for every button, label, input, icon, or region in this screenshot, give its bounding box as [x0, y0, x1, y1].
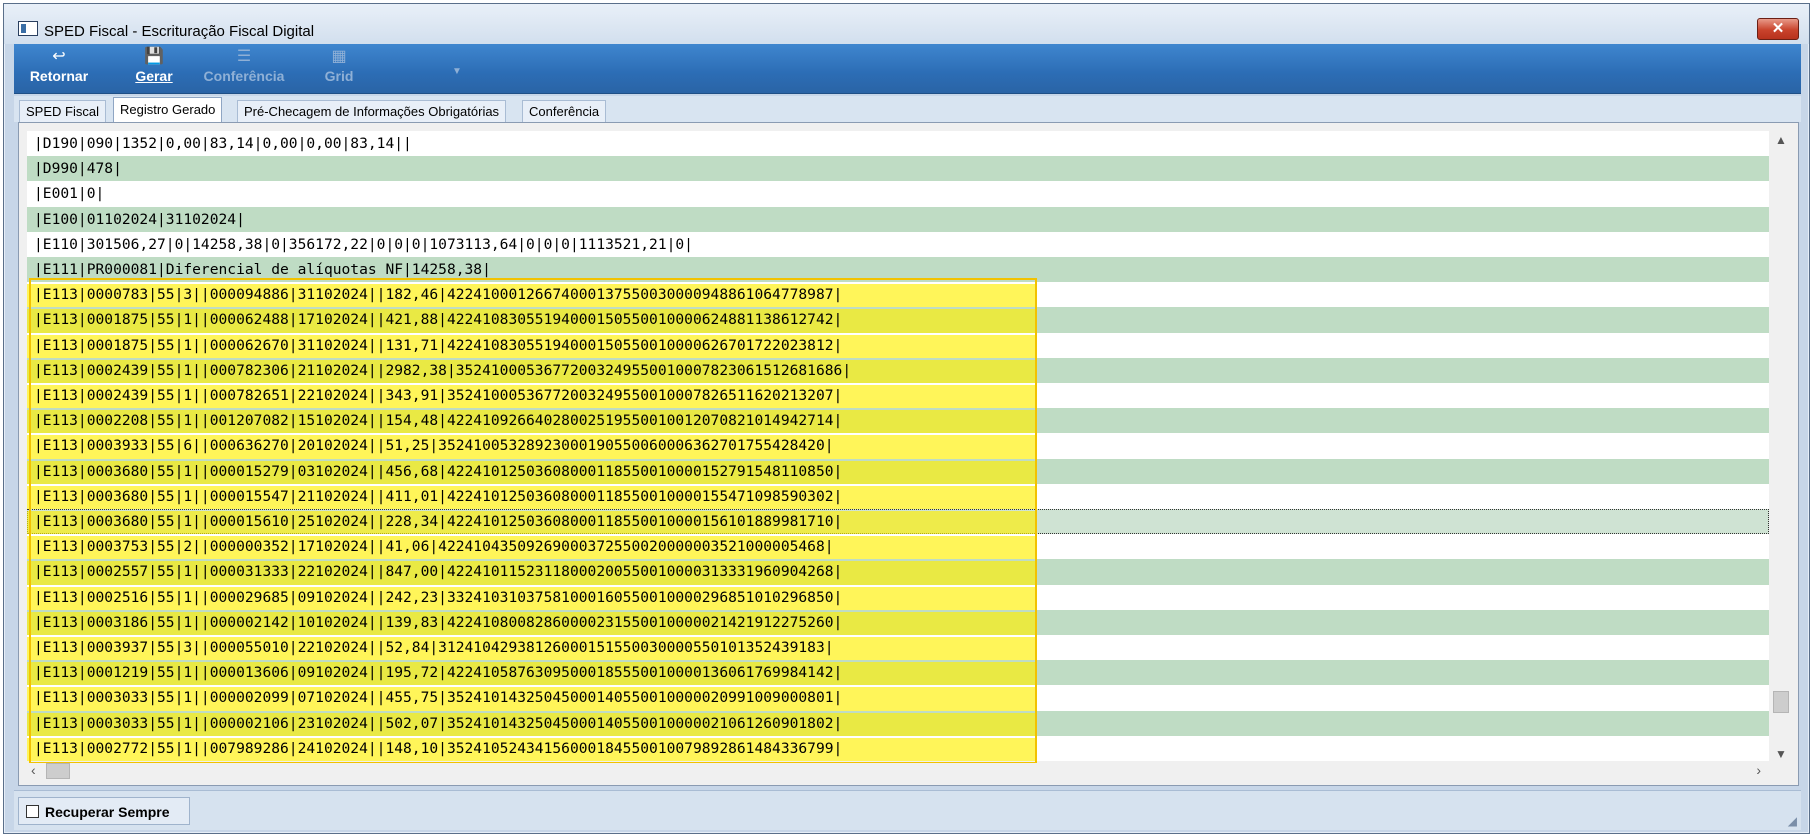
record-line-text: |E113|0003033|55|1||000002099|07102024||… — [34, 689, 843, 707]
record-text-area[interactable]: |D190|090|1352|0,00|83,14|0,00|0,00|83,1… — [27, 131, 1769, 763]
record-line-text: |E113|0003933|55|6||000636270|20102024||… — [34, 437, 834, 455]
record-line[interactable]: |E100|01102024|31102024| — [27, 206, 1769, 232]
record-line[interactable]: |E113|0000783|55|3||000094886|31102024||… — [27, 282, 1769, 308]
record-line[interactable]: |E113|0001875|55|1||000062488|17102024||… — [27, 307, 1769, 333]
grid-label: Grid — [324, 68, 354, 84]
window-title: SPED Fiscal - Escrituração Fiscal Digita… — [44, 23, 315, 40]
record-line-text: |E111|PR000081|Diferencial de alíquotas … — [34, 261, 491, 278]
record-line-text: |E113|0003033|55|1||000002106|23102024||… — [34, 714, 843, 732]
scroll-right-icon[interactable]: › — [1756, 762, 1761, 778]
record-line[interactable]: |E110|301506,27|0|14258,38|0|356172,22|0… — [27, 232, 1769, 257]
gerar-button[interactable]: 💾 Gerar — [124, 46, 184, 92]
record-line-text: |E113|0001875|55|1||000062670|31102024||… — [34, 336, 843, 354]
title-bar[interactable]: SPED Fiscal - Escrituração Fiscal Digita… — [4, 4, 1809, 44]
record-line[interactable]: |D990|478| — [27, 156, 1769, 182]
record-line-text: |E113|0003937|55|3||000055010|22102024||… — [34, 639, 834, 656]
record-line[interactable]: |E113|0003937|55|3||000055010|22102024||… — [27, 635, 1769, 661]
grid-icon: ▦ — [331, 48, 347, 65]
record-line-text: |E113|0000783|55|3||000094886|31102024||… — [34, 286, 843, 304]
record-line-text: |E113|0001219|55|1||000013606|09102024||… — [34, 664, 843, 682]
record-line[interactable]: |E113|0002516|55|1||000029685|09102024||… — [27, 585, 1769, 610]
tab-bar: SPED Fiscal Registro Gerado Pré-Checagem… — [14, 96, 1801, 123]
record-line[interactable]: |E113|0002557|55|1||000031333|22102024||… — [27, 559, 1769, 585]
gerar-label: Gerar — [135, 68, 173, 84]
vertical-scroll-thumb[interactable] — [1773, 691, 1789, 713]
scroll-up-icon[interactable]: ▲ — [1770, 133, 1792, 147]
record-line[interactable]: |D190|090|1352|0,00|83,14|0,00|0,00|83,1… — [27, 131, 1769, 156]
record-line-text: |D190|090|1352|0,00|83,14|0,00|0,00|83,1… — [34, 135, 412, 152]
status-bar: Recuperar Sempre ◢ — [14, 790, 1801, 830]
record-line-text: |E110|301506,27|0|14258,38|0|356172,22|0… — [34, 235, 693, 253]
tab-conferencia[interactable]: Conferência — [522, 100, 607, 122]
list-icon: ☰ — [236, 48, 252, 65]
record-line-text: |E113|0003680|55|1||000015279|03102024||… — [34, 462, 843, 480]
record-line-text: |E113|0002516|55|1||000029685|09102024||… — [34, 588, 843, 606]
record-line[interactable]: |E001|0| — [27, 181, 1769, 206]
horizontal-scrollbar[interactable]: ‹ › — [27, 761, 1769, 781]
record-line-text: |E113|0003680|55|1||000015610|25102024||… — [34, 513, 843, 530]
record-line-text: |E113|0002772|55|1||007989286|24102024||… — [34, 739, 843, 757]
recuperar-sempre-option[interactable]: Recuperar Sempre — [18, 797, 190, 825]
record-line-text: |E113|0003753|55|2||000000352|17102024||… — [34, 538, 834, 556]
resize-grip-icon[interactable]: ◢ — [1788, 814, 1797, 828]
main-window: SPED Fiscal - Escrituração Fiscal Digita… — [3, 3, 1810, 834]
conferencia-button[interactable]: ☰ Conferência — [199, 46, 289, 92]
save-icon: 💾 — [144, 48, 164, 65]
toolbar-more-icon[interactable]: ▼ — [452, 66, 462, 77]
record-line[interactable]: |E113|0002439|55|1||000782306|21102024||… — [27, 357, 1769, 383]
recuperar-sempre-checkbox[interactable] — [26, 805, 39, 818]
record-line-text: |D990|478| — [34, 160, 122, 178]
scroll-left-icon[interactable]: ‹ — [31, 762, 36, 778]
record-line[interactable]: |E113|0003033|55|1||000002106|23102024||… — [27, 710, 1769, 736]
record-line[interactable]: |E113|0003680|55|1||000015547|21102024||… — [27, 484, 1769, 509]
record-line-text: |E113|0003186|55|1||000002142|10102024||… — [34, 613, 843, 631]
recuperar-sempre-label: Recuperar Sempre — [45, 804, 170, 820]
tab-sped-fiscal[interactable]: SPED Fiscal — [19, 100, 106, 122]
registro-panel: |D190|090|1352|0,00|83,14|0,00|0,00|83,1… — [18, 122, 1799, 786]
record-line[interactable]: |E113|0002208|55|1||001207082|15102024||… — [27, 408, 1769, 434]
return-icon: ↩ — [52, 48, 66, 65]
record-line[interactable]: |E113|0003933|55|6||000636270|20102024||… — [27, 433, 1769, 459]
record-line[interactable]: |E113|0002439|55|1||000782651|22102024||… — [27, 383, 1769, 409]
record-line[interactable]: |E113|0001875|55|1||000062670|31102024||… — [27, 333, 1769, 358]
record-line-text: |E113|0002439|55|1||000782306|21102024||… — [34, 361, 852, 379]
record-line-text: |E113|0003680|55|1||000015547|21102024||… — [34, 487, 843, 505]
tab-registro-gerado[interactable]: Registro Gerado — [113, 97, 223, 123]
record-line-text: |E113|0002208|55|1||001207082|15102024||… — [34, 412, 843, 430]
conferencia-label: Conferência — [203, 68, 285, 84]
record-line-text: |E001|0| — [34, 185, 105, 203]
close-button[interactable]: ✕ — [1757, 18, 1799, 40]
vertical-scrollbar[interactable]: ▲ ▼ — [1770, 131, 1792, 763]
horizontal-scroll-thumb[interactable] — [46, 763, 70, 779]
record-line[interactable]: |E113|0003033|55|1||000002099|07102024||… — [27, 685, 1769, 711]
toolbar: ↩ Retornar 💾 Gerar ☰ Conferência ▦ Grid … — [14, 44, 1801, 94]
retornar-button[interactable]: ↩ Retornar — [24, 46, 94, 92]
record-line-text: |E113|0002439|55|1||000782651|22102024||… — [34, 387, 843, 404]
record-line[interactable]: |E113|0003186|55|1||000002142|10102024||… — [27, 609, 1769, 635]
record-line-text: |E113|0002557|55|1||000031333|22102024||… — [34, 563, 843, 581]
record-line[interactable]: |E111|PR000081|Diferencial de alíquotas … — [27, 257, 1769, 283]
record-line[interactable]: |E113|0003753|55|2||000000352|17102024||… — [27, 534, 1769, 560]
retornar-label: Retornar — [29, 68, 89, 84]
record-line[interactable]: |E113|0003680|55|1||000015279|03102024||… — [27, 458, 1769, 484]
record-line[interactable]: |E113|0002772|55|1||007989286|24102024||… — [27, 736, 1769, 761]
record-line[interactable]: |E113|0001219|55|1||000013606|09102024||… — [27, 660, 1769, 686]
record-line[interactable]: |E113|0003680|55|1||000015610|25102024||… — [27, 509, 1769, 535]
tab-pre-checagem[interactable]: Pré-Checagem de Informações Obrigatórias — [237, 100, 507, 122]
scroll-down-icon[interactable]: ▼ — [1770, 747, 1792, 761]
app-icon — [18, 21, 38, 36]
grid-button[interactable]: ▦ Grid — [314, 46, 364, 92]
record-line-text: |E100|01102024|31102024| — [34, 210, 245, 228]
record-line-text: |E113|0001875|55|1||000062488|17102024||… — [34, 311, 843, 329]
